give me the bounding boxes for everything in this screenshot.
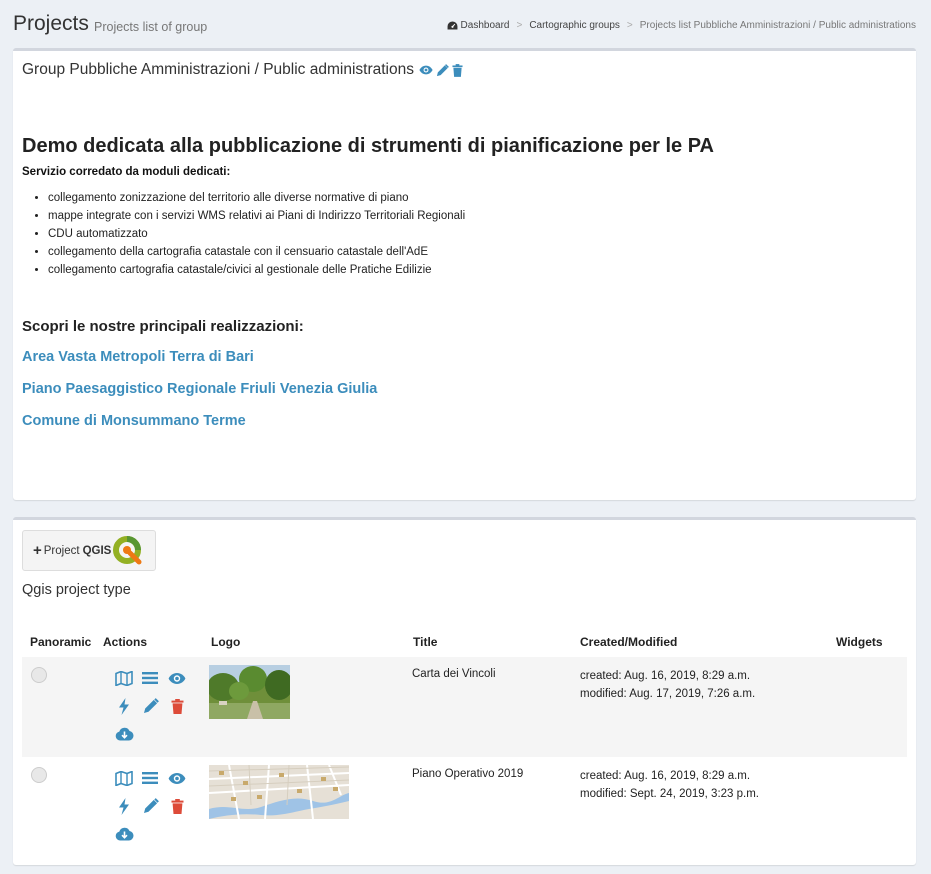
- project-created: created: Aug. 16, 2019, 8:29 a.m.: [580, 770, 751, 782]
- project-type-label: Qgis project type: [22, 582, 131, 598]
- qgis-logo-icon: [113, 535, 142, 564]
- description-subtitle: Servizio corredato da moduli dedicati:: [22, 166, 231, 178]
- add-qgis-project-button[interactable]: + Project QGIS: [22, 530, 156, 571]
- cloud-download-icon[interactable]: [114, 724, 134, 744]
- list-icon[interactable]: [140, 668, 160, 688]
- breadcrumb-current: Projects list Pubbliche Amministrazioni …: [639, 20, 916, 31]
- map-icon[interactable]: [114, 668, 134, 688]
- pencil-icon[interactable]: [141, 696, 161, 716]
- trash-icon[interactable]: [452, 63, 463, 77]
- map-icon[interactable]: [114, 768, 134, 788]
- column-header-title[interactable]: Title: [413, 635, 437, 649]
- page-title: Projects: [13, 12, 89, 35]
- group-header: Group Pubbliche Amministrazioni / Public…: [22, 61, 463, 79]
- column-header-created-modified[interactable]: Created/Modified: [580, 635, 677, 649]
- description-list: collegamento zonizzazione del territorio…: [48, 189, 465, 279]
- breadcrumb-separator: >: [516, 20, 523, 31]
- add-button-label: Project: [43, 544, 80, 557]
- project-created: created: Aug. 16, 2019, 8:29 a.m.: [580, 670, 751, 682]
- page-header: Projects Projects list of group Dashboar…: [0, 0, 931, 50]
- list-item: CDU automatizzato: [48, 225, 465, 243]
- trash-icon[interactable]: [167, 796, 187, 816]
- table-row: Carta dei Vincoli created: Aug. 16, 2019…: [22, 657, 907, 757]
- description-title: Demo dedicata alla pubblicazione di stru…: [22, 135, 714, 157]
- list-item: collegamento zonizzazione del territorio…: [48, 189, 465, 207]
- link-comune-monsummano[interactable]: Comune di Monsummano Terme: [22, 413, 246, 429]
- panoramic-radio[interactable]: [31, 767, 47, 783]
- pencil-icon[interactable]: [436, 63, 449, 77]
- bolt-icon[interactable]: [114, 796, 134, 816]
- list-item: collegamento cartografia catastale/civic…: [48, 261, 465, 279]
- project-logo-park-photo: [209, 665, 290, 719]
- project-modified: modified: Aug. 17, 2019, 7:26 a.m.: [580, 687, 756, 700]
- list-item: mappe integrate con i servizi WMS relati…: [48, 207, 465, 225]
- projects-box: + Project QGIS Qgis project type Panoram…: [13, 517, 916, 865]
- page-subtitle: Projects list of group: [94, 20, 208, 34]
- link-piano-paesaggistico-fvg[interactable]: Piano Paesaggistico Regionale Friuli Ven…: [22, 381, 377, 397]
- dashboard-icon: [447, 21, 457, 30]
- column-header-actions: Actions: [103, 635, 148, 649]
- pencil-icon[interactable]: [141, 796, 161, 816]
- list-item: collegamento della cartografia catastale…: [48, 243, 465, 261]
- group-box: Group Pubbliche Amministrazioni / Public…: [13, 48, 916, 500]
- discover-heading: Scopri le nostre principali realizzazion…: [22, 318, 304, 335]
- column-header-widgets: Widgets: [836, 635, 883, 649]
- project-modified: modified: Sept. 24, 2019, 3:23 p.m.: [580, 787, 760, 800]
- plus-icon: +: [33, 542, 42, 559]
- cloud-download-icon[interactable]: [114, 824, 134, 844]
- bolt-icon[interactable]: [114, 696, 134, 716]
- project-logo-city-map: [209, 765, 349, 819]
- project-title: Carta dei Vincoli: [412, 668, 496, 680]
- project-dates: created: Aug. 16, 2019, 8:29 a.m. modifi…: [580, 768, 759, 803]
- project-title: Piano Operativo 2019: [412, 768, 524, 780]
- table-row: Piano Operativo 2019 created: Aug. 16, 2…: [22, 757, 907, 857]
- panoramic-radio[interactable]: [31, 667, 47, 683]
- group-name: Group Pubbliche Amministrazioni / Public…: [22, 61, 414, 78]
- breadcrumb-dashboard[interactable]: Dashboard: [461, 20, 510, 31]
- column-header-logo: Logo: [211, 635, 241, 649]
- breadcrumb-separator: >: [626, 20, 633, 31]
- add-button-qgis-label: QGIS: [82, 544, 112, 557]
- column-header-panoramic[interactable]: Panoramic: [30, 635, 91, 649]
- eye-icon[interactable]: [419, 64, 433, 76]
- trash-icon[interactable]: [167, 696, 187, 716]
- breadcrumb-cartographic-groups[interactable]: Cartographic groups: [529, 20, 620, 31]
- breadcrumb: Dashboard > Cartographic groups > Projec…: [447, 20, 916, 31]
- eye-icon[interactable]: [167, 768, 187, 788]
- link-area-vasta-bari[interactable]: Area Vasta Metropoli Terra di Bari: [22, 349, 254, 365]
- project-dates: created: Aug. 16, 2019, 8:29 a.m. modifi…: [580, 668, 755, 703]
- eye-icon[interactable]: [167, 668, 187, 688]
- list-icon[interactable]: [140, 768, 160, 788]
